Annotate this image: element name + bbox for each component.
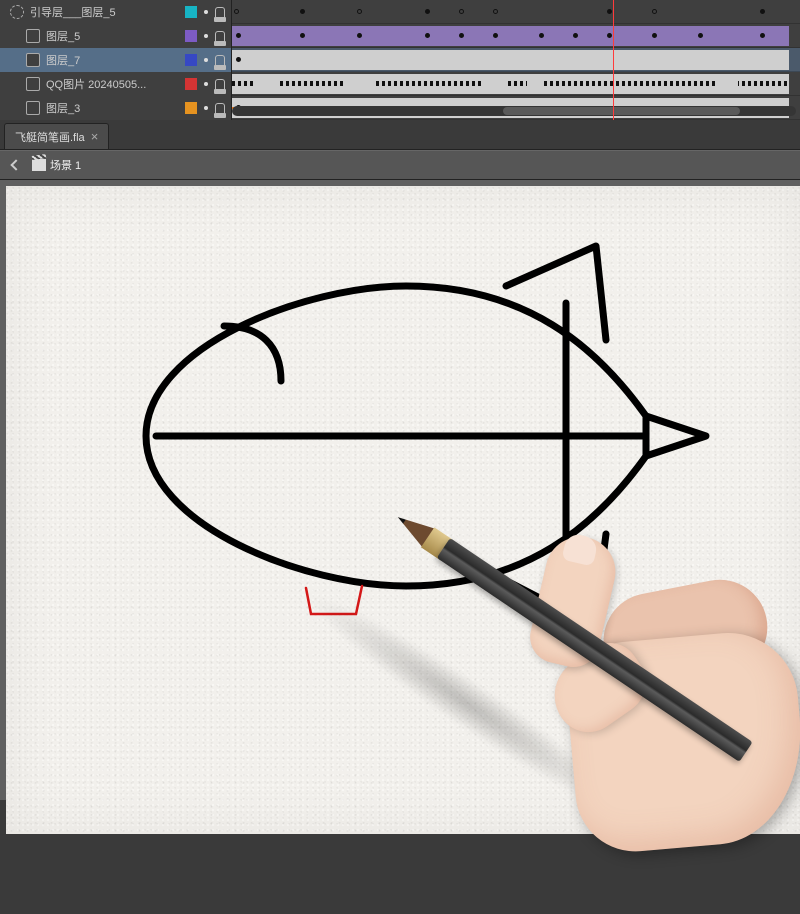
scene-clapper-icon [32,159,46,171]
visibility-toggle-icon[interactable] [204,34,208,38]
outline-color-swatch[interactable] [185,78,197,90]
layer-name: 引导层___图层_5 [30,4,161,20]
layer-name: QQ图片 20240505... [46,76,161,92]
document-tab[interactable]: 飞艇简笔画.fla × [4,123,109,149]
lock-icon[interactable] [215,79,225,89]
layer-row-guide[interactable]: 引导层___图层_5 [0,0,231,24]
scene-label[interactable]: 场景 1 [50,157,81,173]
layer-name: 图层_3 [46,100,161,116]
playhead[interactable] [613,0,614,120]
layer-icon [26,77,40,91]
layer-controls [161,30,231,42]
layer-controls [161,54,231,66]
close-icon[interactable]: × [91,129,99,144]
frames-row[interactable] [232,0,800,24]
stage[interactable] [0,180,800,800]
outline-color-swatch[interactable] [185,54,197,66]
outline-color-swatch[interactable] [185,102,197,114]
visibility-toggle-icon[interactable] [204,10,208,14]
timeline-scrollbar-thumb[interactable] [503,107,740,115]
layers-and-frames: 引导层___图层_5 图层_5 图层_7 [0,0,800,120]
layer-icon [26,29,40,43]
layer-row-selected[interactable]: 图层_7 [0,48,231,72]
layer-list: 引导层___图层_5 图层_5 图层_7 [0,0,232,120]
layer-controls [161,78,231,90]
frames-area[interactable]: /* dots drawn by CSS repeating-gradient … [232,0,800,120]
frames-row[interactable] [232,24,800,48]
document-tab-title: 飞艇简笔画.fla [15,129,85,145]
lock-icon[interactable] [215,103,225,113]
lock-icon[interactable] [215,7,225,17]
layer-row[interactable]: QQ图片 20240505... [0,72,231,96]
back-arrow-icon[interactable] [8,158,22,172]
frames-row[interactable]: /* dots drawn by CSS repeating-gradient … [232,72,800,96]
outline-color-swatch[interactable] [185,6,197,18]
timeline-scrollbar[interactable] [232,106,796,116]
timeline-panel: 引导层___图层_5 图层_5 图层_7 [0,0,800,120]
layer-row[interactable]: 图层_3 [0,96,231,120]
visibility-toggle-icon[interactable] [204,106,208,110]
paper-canvas[interactable] [6,186,800,834]
layer-icon [26,101,40,115]
layer-icon [26,53,40,67]
outline-color-swatch[interactable] [185,30,197,42]
layer-name: 图层_5 [46,28,161,44]
frames-row[interactable] [232,48,800,72]
guide-layer-icon [10,5,24,19]
visibility-toggle-icon[interactable] [204,58,208,62]
visibility-toggle-icon[interactable] [204,82,208,86]
layer-row[interactable]: 图层_5 [0,24,231,48]
lock-icon[interactable] [215,55,225,65]
layer-name: 图层_7 [46,52,161,68]
document-tab-bar: 飞艇简笔画.fla × [0,120,800,150]
scene-breadcrumb-bar: 场景 1 [0,150,800,180]
layer-controls [161,102,231,114]
layer-controls [161,6,231,18]
lock-icon[interactable] [215,31,225,41]
